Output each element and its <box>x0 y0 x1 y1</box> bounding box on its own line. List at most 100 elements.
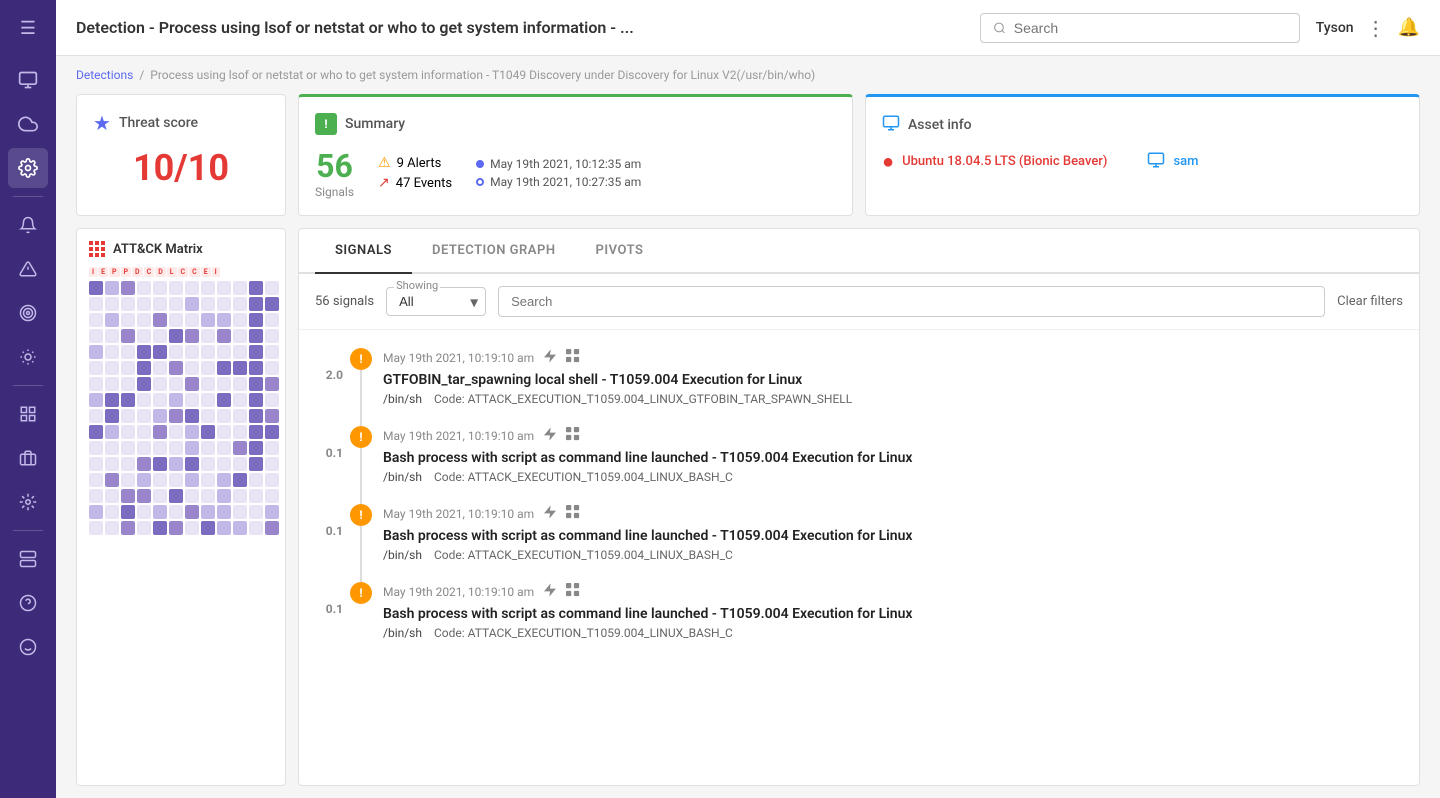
attack-cell <box>137 489 151 503</box>
attack-cell <box>105 345 119 359</box>
summary-warning-icon: ! <box>315 113 337 135</box>
monitor-icon[interactable] <box>8 60 48 100</box>
attack-cell <box>233 297 247 311</box>
attack-cell <box>121 393 135 407</box>
attack-cell <box>105 425 119 439</box>
tab-pivots[interactable]: PIVOTS <box>576 229 664 274</box>
attack-cell <box>137 505 151 519</box>
summary-alerts: ⚠ 9 Alerts ↗ 47 Events <box>378 155 452 191</box>
breadcrumb-root[interactable]: Detections <box>76 68 133 82</box>
attack-cell <box>89 393 103 407</box>
attack-cell <box>153 377 167 391</box>
attack-cell <box>265 409 279 423</box>
attack-cell <box>169 297 183 311</box>
topbar-search[interactable] <box>980 13 1300 43</box>
signals-search-input[interactable] <box>498 286 1325 317</box>
attack-title: ATT&CK Matrix <box>113 242 203 257</box>
signal-content: May 19th 2021, 10:19:10 am GTFOBIN_tar_s… <box>371 348 1403 406</box>
attack-cell <box>121 281 135 295</box>
attack-cell <box>185 441 199 455</box>
attack-cell <box>265 377 279 391</box>
attack-cell <box>233 313 247 327</box>
clear-filters-button[interactable]: Clear filters <box>1337 294 1403 309</box>
attack-cell <box>105 313 119 327</box>
help-nav-icon[interactable] <box>8 583 48 623</box>
circle-target-icon[interactable] <box>8 293 48 333</box>
attack-cell <box>265 313 279 327</box>
thunder-icon <box>542 504 558 524</box>
attack-cell <box>169 473 183 487</box>
attack-cell <box>169 505 183 519</box>
menu-icon[interactable]: ☰ <box>8 8 48 48</box>
gear-nav-icon[interactable] <box>8 482 48 522</box>
cloud-sun-icon[interactable] <box>8 337 48 377</box>
grid-icon <box>566 505 580 523</box>
attack-cell <box>233 425 247 439</box>
attack-cell <box>137 313 151 327</box>
signal-code: Code: ATTACK_EXECUTION_T1059.004_LINUX_B… <box>434 626 733 640</box>
settings-flower-icon[interactable] <box>8 148 48 188</box>
bar-chart-icon[interactable] <box>8 394 48 434</box>
attack-cell <box>137 361 151 375</box>
attack-cell <box>201 361 215 375</box>
tab-signals[interactable]: SIGNALS <box>315 229 412 274</box>
cloud-icon[interactable] <box>8 104 48 144</box>
label-I: I <box>89 267 97 277</box>
building-nav-icon[interactable] <box>8 438 48 478</box>
attack-cell <box>249 297 263 311</box>
attack-cell <box>137 473 151 487</box>
attack-cell <box>265 361 279 375</box>
attack-cell <box>233 393 247 407</box>
threat-score-value: 10/10 <box>93 147 269 189</box>
signal-item[interactable]: 2.0 ! May 19th 2021, 10:19:10 am GTFOBIN… <box>299 338 1419 416</box>
signal-timeline: ! <box>351 348 371 370</box>
face-nav-icon[interactable] <box>8 627 48 667</box>
signal-item[interactable]: 0.1 ! May 19th 2021, 10:19:10 am Bash pr… <box>299 572 1419 650</box>
warning-icon[interactable] <box>8 249 48 289</box>
signal-time: May 19th 2021, 10:19:10 am <box>383 585 534 599</box>
attack-cell <box>105 505 119 519</box>
attack-cell <box>153 409 167 423</box>
attack-cell <box>185 329 199 343</box>
alert-warning-icon: ⚠ <box>378 155 391 171</box>
asset-info-card: Asset info ● Ubuntu 18.04.5 LTS (Bionic … <box>865 94 1420 216</box>
server-nav-icon[interactable] <box>8 539 48 579</box>
attack-cell <box>169 345 183 359</box>
topbar-search-input[interactable] <box>1014 20 1287 36</box>
signal-code: Code: ATTACK_EXECUTION_T1059.004_LINUX_B… <box>434 548 733 562</box>
attack-cell <box>201 505 215 519</box>
attack-cell <box>89 425 103 439</box>
attack-cell <box>153 361 167 375</box>
more-options-icon[interactable]: ⋮ <box>1366 16 1386 40</box>
signal-item[interactable]: 0.1 ! May 19th 2021, 10:19:10 am Bash pr… <box>299 494 1419 572</box>
attack-cell <box>89 441 103 455</box>
attack-cell <box>201 297 215 311</box>
attack-cell <box>153 505 167 519</box>
computer-icon <box>1147 150 1165 174</box>
attack-cell <box>121 377 135 391</box>
attack-cell <box>185 409 199 423</box>
attack-cell <box>121 425 135 439</box>
signal-code: Code: ATTACK_EXECUTION_T1059.004_LINUX_B… <box>434 470 733 484</box>
signal-path: /bin/sh <box>383 470 422 484</box>
signal-score: 0.1 <box>315 426 351 460</box>
tab-detection-graph[interactable]: DETECTION GRAPH <box>412 229 576 274</box>
attack-cell <box>265 297 279 311</box>
signal-dot-icon: ! <box>350 348 372 370</box>
attack-cell <box>137 457 151 471</box>
notification-bell-icon[interactable]: 🔔 <box>1398 17 1420 38</box>
bell-nav-icon[interactable] <box>8 205 48 245</box>
attack-cell <box>201 329 215 343</box>
attack-cell <box>137 393 151 407</box>
attack-cell <box>137 441 151 455</box>
attack-cell <box>137 377 151 391</box>
attack-cell <box>169 377 183 391</box>
signal-item[interactable]: 0.1 ! May 19th 2021, 10:19:10 am Bash pr… <box>299 416 1419 494</box>
asset-os-name: Ubuntu 18.04.5 LTS (Bionic Beaver) <box>902 154 1107 169</box>
attack-cell <box>201 457 215 471</box>
label-E: E <box>98 267 108 277</box>
content-area: Detections / Process using lsof or netst… <box>56 56 1440 798</box>
signal-detail: /bin/sh Code: ATTACK_EXECUTION_T1059.004… <box>383 392 1403 406</box>
attack-cell <box>201 521 215 535</box>
attack-cell <box>169 313 183 327</box>
